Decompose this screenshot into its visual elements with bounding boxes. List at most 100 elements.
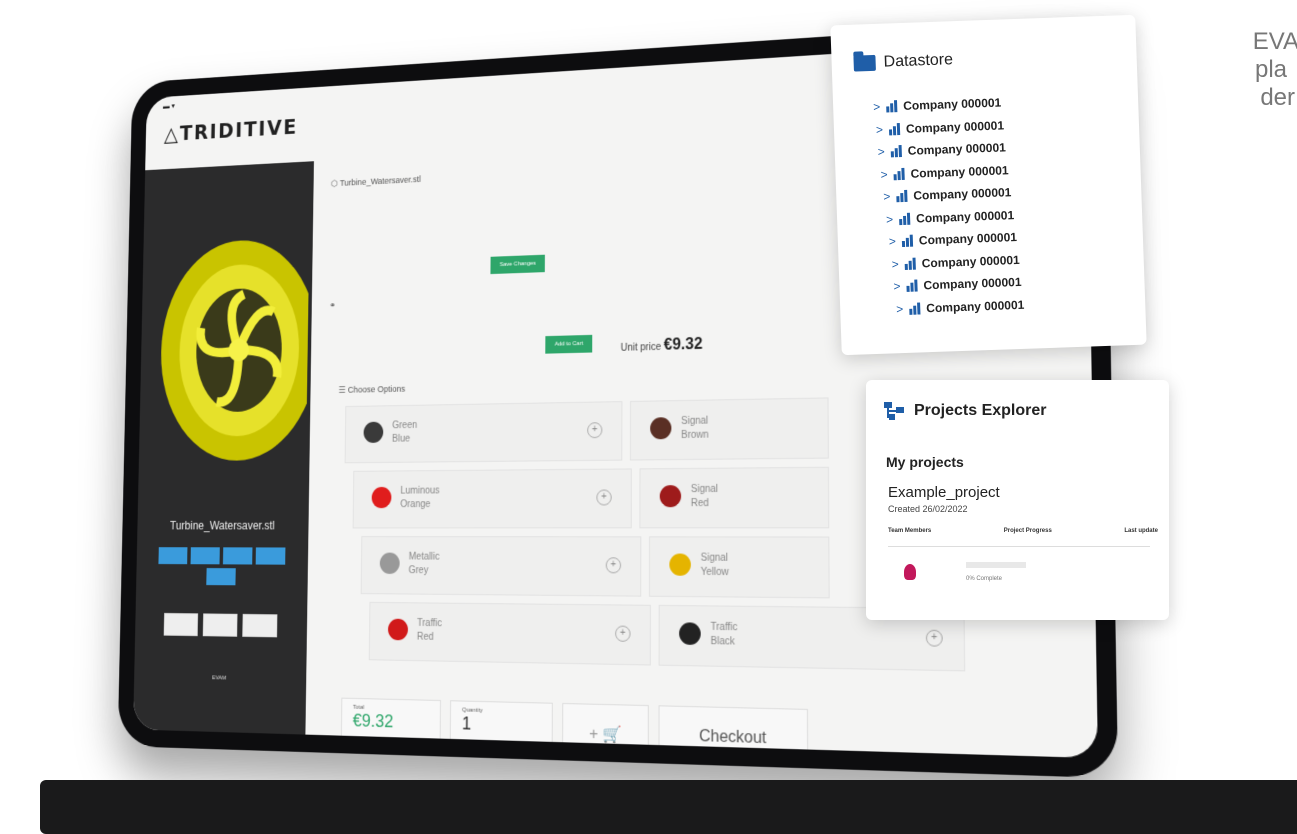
building-icon bbox=[893, 167, 905, 181]
color-swatch bbox=[387, 618, 409, 641]
datastore-item-label: Company 000001 bbox=[926, 297, 1025, 315]
chevron-right-icon[interactable]: > bbox=[883, 190, 890, 204]
dimension-chip bbox=[206, 568, 236, 586]
color-swatch bbox=[659, 485, 682, 508]
datastore-list: > Company 000001 > Company 000001 > Company… bbox=[873, 91, 1025, 321]
project-progress-bar bbox=[966, 562, 1026, 568]
building-icon bbox=[901, 234, 914, 248]
add-cart-icon[interactable]: + 🛒 bbox=[562, 702, 649, 759]
add-option-icon[interactable]: + bbox=[596, 489, 612, 506]
divider bbox=[888, 546, 1150, 547]
color-name: Green Blue bbox=[391, 420, 418, 445]
choose-options-label: Choose Options bbox=[347, 383, 406, 395]
column-project-progress: Project Progress bbox=[1003, 528, 1052, 534]
color-option-card[interactable]: Metallic Grey + bbox=[360, 536, 642, 597]
color-swatch bbox=[650, 417, 672, 440]
add-option-icon[interactable]: + bbox=[925, 629, 943, 647]
chevron-right-icon[interactable]: > bbox=[880, 167, 887, 181]
chevron-right-icon[interactable]: > bbox=[878, 145, 885, 159]
color-name: Traffic Black bbox=[710, 621, 738, 648]
color-option-card[interactable]: Green Blue + bbox=[344, 401, 623, 464]
checkout-bar: Total €9.32 Quantity 1 + 🛒 Checkout bbox=[340, 697, 1098, 759]
turbine-model-image bbox=[158, 237, 310, 462]
datastore-item-label: Company 000001 bbox=[907, 140, 1007, 159]
datastore-item-label: Company 000001 bbox=[921, 252, 1020, 271]
brand-name: TRIDITIVE bbox=[179, 115, 299, 146]
choose-options-title: ☰ Choose Options bbox=[338, 383, 406, 395]
chevron-right-icon[interactable]: > bbox=[889, 235, 897, 249]
building-icon bbox=[909, 302, 921, 315]
color-swatch bbox=[379, 552, 400, 574]
datastore-title-text: Datastore bbox=[883, 51, 954, 71]
chevron-right-icon[interactable]: > bbox=[873, 100, 880, 114]
projects-explorer-card: Projects Explorer My projects Example_pr… bbox=[866, 380, 1169, 620]
building-icon bbox=[889, 122, 901, 136]
keyboard-case bbox=[40, 780, 1297, 834]
save-changes-button[interactable]: Save Changes bbox=[490, 254, 546, 275]
project-tree-icon bbox=[884, 402, 904, 420]
color-name: Traffic Red bbox=[416, 618, 442, 643]
column-team-members: Team Members bbox=[888, 528, 932, 534]
add-option-icon[interactable]: + bbox=[615, 625, 631, 642]
model-preview-panel: Turbine_Watersaver.stl EVAM bbox=[133, 161, 314, 735]
project-created-date: Created 26/02/2022 bbox=[888, 504, 968, 514]
partial-heading: EVA pla der bbox=[1207, 28, 1297, 112]
building-icon bbox=[890, 145, 902, 158]
unit-price-label: Unit price bbox=[620, 341, 662, 354]
color-option-card[interactable]: Signal Red bbox=[639, 466, 830, 529]
footer-brand: EVAM bbox=[211, 675, 227, 682]
add-to-cart-button[interactable]: Add to Cart bbox=[545, 334, 593, 354]
setting-box bbox=[163, 612, 199, 637]
unit-price: Unit price €9.32 bbox=[621, 336, 703, 356]
chevron-right-icon[interactable]: > bbox=[876, 122, 883, 136]
chevron-right-icon[interactable]: > bbox=[893, 279, 900, 293]
edge-line-2: pla bbox=[1254, 56, 1287, 83]
dimension-chips bbox=[151, 547, 292, 586]
datastore-item-label: Company 000001 bbox=[915, 207, 1015, 226]
datastore-item-label: Company 000001 bbox=[905, 118, 1005, 136]
color-option-card[interactable]: Signal Brown bbox=[629, 397, 829, 461]
datastore-card: Datastore > Company 000001 > Company 00000… bbox=[830, 14, 1147, 356]
add-option-icon[interactable]: + bbox=[605, 557, 622, 574]
projects-explorer-title-text: Projects Explorer bbox=[914, 402, 1047, 419]
project-name[interactable]: Example_project bbox=[888, 484, 1000, 501]
building-icon bbox=[886, 100, 898, 113]
chevron-right-icon[interactable]: > bbox=[891, 257, 898, 271]
color-swatch bbox=[363, 421, 384, 443]
add-option-icon[interactable]: + bbox=[587, 422, 603, 439]
brand-logo: △TRIDITIVE bbox=[163, 115, 299, 147]
setting-box bbox=[242, 613, 278, 638]
project-table-header: Team Members Project Progress Last updat… bbox=[888, 528, 1158, 534]
datastore-item-label: Company 000001 bbox=[913, 185, 1012, 203]
chevron-right-icon[interactable]: > bbox=[886, 212, 893, 226]
color-option-card[interactable]: Signal Yellow bbox=[648, 536, 830, 599]
color-swatch bbox=[371, 486, 392, 509]
datastore-item-label: Company 000001 bbox=[923, 275, 1022, 293]
color-option-card[interactable]: Luminous Orange + bbox=[352, 468, 632, 529]
datastore-title: Datastore bbox=[853, 51, 953, 72]
dimension-chip bbox=[158, 547, 188, 565]
color-name: Signal Yellow bbox=[700, 552, 729, 579]
my-projects-heading: My projects bbox=[886, 454, 964, 470]
column-last-update: Last update bbox=[1124, 528, 1158, 534]
file-section-title: ⬡ Turbine_Watersaver.stl bbox=[330, 174, 421, 189]
color-option-card[interactable]: Traffic Red + bbox=[368, 601, 651, 666]
color-name: Luminous Orange bbox=[400, 485, 440, 511]
quantity-stepper[interactable]: Quantity 1 bbox=[449, 700, 553, 759]
color-name: Signal Brown bbox=[681, 415, 709, 441]
avatar bbox=[904, 564, 916, 580]
folder-icon bbox=[853, 54, 876, 72]
unit-price-value: €9.32 bbox=[663, 335, 703, 354]
chevron-right-icon[interactable]: > bbox=[896, 302, 903, 316]
dimension-chip bbox=[222, 547, 253, 565]
dimension-chip bbox=[190, 547, 220, 565]
checkout-button[interactable]: Checkout bbox=[658, 705, 809, 759]
datastore-item[interactable]: > Company 000001 bbox=[896, 293, 1025, 320]
color-name: Metallic Grey bbox=[408, 551, 440, 577]
print-settings-summary bbox=[152, 612, 290, 638]
datastore-item-label: Company 000001 bbox=[910, 163, 1009, 181]
project-status: 0% Complete bbox=[966, 576, 1003, 582]
material-section-title: ⚭ bbox=[329, 300, 336, 310]
building-icon bbox=[904, 257, 916, 270]
datastore-item-label: Company 000001 bbox=[918, 230, 1018, 248]
